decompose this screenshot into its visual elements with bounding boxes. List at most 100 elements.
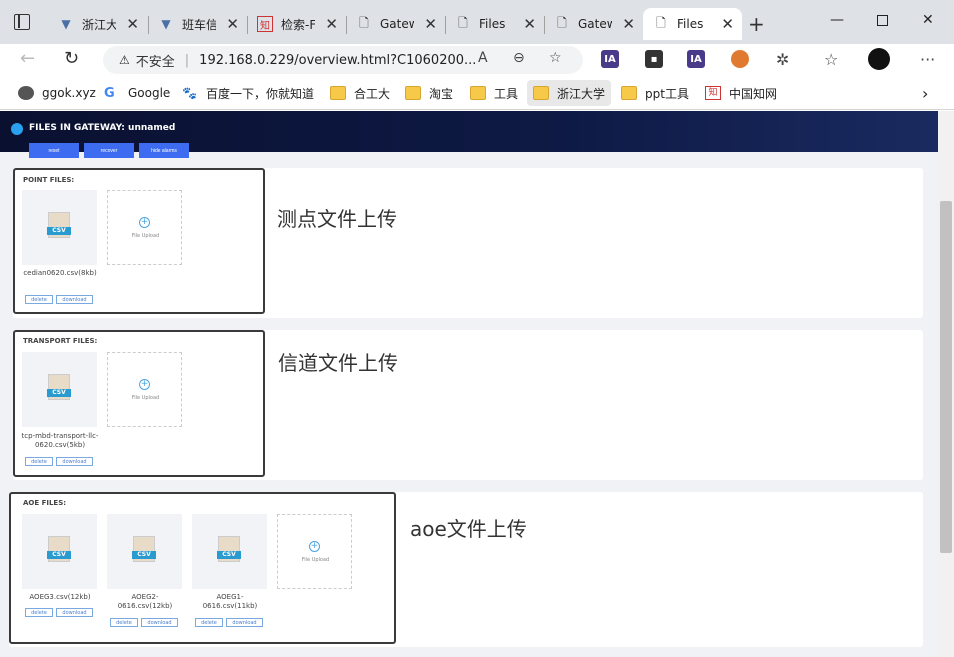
hide-alarms-button[interactable]: hide alarms — [139, 143, 189, 158]
favorites-icon[interactable]: ☆ — [824, 50, 838, 69]
section-note: 信道文件上传 — [278, 351, 398, 375]
tab-actions-icon[interactable] — [14, 14, 30, 30]
add-circle-icon: + — [139, 217, 150, 228]
delete-button[interactable]: delete — [195, 618, 223, 627]
close-icon[interactable]: ✕ — [126, 15, 139, 33]
gateway-icon — [11, 123, 23, 135]
file-thumbnail[interactable]: CSV — [107, 514, 182, 589]
bookmark-folder-taobao[interactable]: 淘宝 — [405, 84, 453, 102]
section-label: POINT FILES: — [23, 176, 75, 184]
tab-2[interactable]: ▼ 班车信 ✕ — [148, 8, 247, 40]
colorful-extension-icon[interactable] — [731, 50, 749, 68]
zoom-icon[interactable]: ⊖ — [513, 50, 525, 66]
bookmark-google[interactable]: G Google — [104, 84, 170, 102]
reset-button[interactable]: reset — [29, 143, 79, 158]
file-thumbnail[interactable]: CSV — [22, 190, 97, 265]
v-logo-icon: ▼ — [161, 17, 171, 31]
bookmark-ggok[interactable]: ggok.xyz — [18, 84, 96, 102]
download-button[interactable]: download — [226, 618, 263, 627]
file-name: AOEG1-0616.csv(11kb) — [202, 593, 258, 610]
extension-icon[interactable]: ▪ — [645, 50, 663, 68]
tab-4[interactable]: 🗋 Gatew ✕ — [346, 8, 445, 40]
zhihu-icon: 知 — [705, 86, 721, 100]
ia-extension-icon[interactable]: IA — [687, 50, 705, 68]
url-text: 192.168.0.229/overview.html?C1060200... — [199, 52, 477, 68]
close-icon[interactable]: ✕ — [325, 15, 338, 33]
delete-button[interactable]: delete — [110, 618, 138, 627]
file-thumbnail[interactable]: CSV — [192, 514, 267, 589]
extensions-icon[interactable]: ✲ — [776, 50, 789, 69]
read-aloud-icon[interactable]: A — [478, 50, 488, 66]
file-upload-dropzone[interactable]: + File Upload — [277, 514, 352, 589]
close-icon[interactable]: ✕ — [523, 15, 536, 33]
file-thumbnail[interactable]: CSV — [22, 514, 97, 589]
tab-6[interactable]: 🗋 Gatew ✕ — [544, 8, 643, 40]
new-tab-icon[interactable]: + — [748, 12, 765, 36]
file-name: cedian0620.csv(8kb) — [23, 269, 97, 277]
refresh-icon[interactable]: ↻ — [64, 48, 79, 69]
section-label: AOE FILES: — [23, 499, 67, 507]
folder-icon — [470, 86, 486, 100]
avatar[interactable] — [868, 48, 890, 70]
back-icon[interactable]: ← — [20, 48, 35, 69]
add-circle-icon: + — [139, 379, 150, 390]
window-close-icon[interactable]: ✕ — [922, 12, 934, 28]
tab-title: Gatew — [578, 17, 612, 31]
tab-title: Gatew — [380, 17, 414, 31]
section-label: TRANSPORT FILES: — [23, 337, 98, 345]
recover-button[interactable]: recover — [84, 143, 134, 158]
section-note: aoe文件上传 — [410, 517, 527, 541]
maximize-icon[interactable] — [877, 15, 888, 26]
file-thumbnail[interactable]: CSV — [22, 352, 97, 427]
section-note: 测点文件上传 — [277, 207, 397, 231]
address-bar[interactable]: ⚠ 不安全 | 192.168.0.229/overview.html?C106… — [103, 46, 583, 74]
file-upload-dropzone[interactable]: + File Upload — [107, 190, 182, 265]
csv-file-icon: CSV — [47, 536, 71, 562]
bookmark-folder-tools[interactable]: 工具 — [470, 84, 518, 102]
more-icon[interactable]: ··· — [920, 50, 935, 69]
download-button[interactable]: download — [141, 618, 178, 627]
add-favorite-icon[interactable]: ☆ — [549, 50, 562, 66]
tab-title: Files — [677, 17, 704, 31]
csv-file-icon: CSV — [132, 536, 156, 562]
tab-3[interactable]: 知 检索-F ✕ — [247, 8, 346, 40]
csv-file-icon: CSV — [47, 374, 71, 400]
tab-title: Files — [479, 17, 506, 31]
download-button[interactable]: download — [56, 608, 93, 617]
download-button[interactable]: download — [56, 457, 93, 466]
delete-button[interactable]: delete — [25, 295, 53, 304]
page-title: FILES IN GATEWAY: unnamed — [29, 123, 176, 133]
folder-icon — [621, 86, 637, 100]
close-icon[interactable]: ✕ — [424, 15, 437, 33]
tab-5[interactable]: 🗋 Files ✕ — [445, 8, 544, 40]
add-circle-icon: + — [309, 541, 320, 552]
csv-file-icon: CSV — [217, 536, 241, 562]
page-icon: 🗋 — [359, 15, 369, 30]
minimize-icon[interactable]: — — [830, 12, 844, 28]
tab-1[interactable]: ▼ 浙江大 ✕ — [48, 8, 147, 40]
chevron-right-icon[interactable]: › — [922, 84, 928, 103]
warning-icon[interactable]: ⚠ — [119, 53, 130, 67]
bookmark-cnki[interactable]: 知中国知网 — [705, 84, 777, 102]
delete-button[interactable]: delete — [25, 608, 53, 617]
bookmark-baidu[interactable]: 🐾 百度一下，你就知道 — [182, 84, 314, 102]
ia-extension-icon[interactable]: IA — [601, 50, 619, 68]
bookmark-folder-zju[interactable]: 浙江大学 — [527, 80, 612, 106]
download-button[interactable]: download — [56, 295, 93, 304]
delete-button[interactable]: delete — [25, 457, 53, 466]
close-icon[interactable]: ✕ — [226, 15, 239, 33]
ggok-icon — [18, 86, 34, 100]
bookmark-folder-hfut[interactable]: 合工大 — [330, 84, 390, 102]
close-icon[interactable]: ✕ — [721, 15, 734, 33]
folder-icon — [533, 86, 549, 100]
scrollbar[interactable] — [938, 111, 954, 657]
scrollbar-thumb[interactable] — [940, 201, 952, 553]
close-icon[interactable]: ✕ — [622, 15, 635, 33]
tab-title: 浙江大 — [82, 17, 116, 32]
bookmark-folder-ppt[interactable]: ppt工具 — [621, 84, 689, 102]
tab-title: 班车信 — [182, 17, 216, 32]
file-upload-dropzone[interactable]: + File Upload — [107, 352, 182, 427]
tab-7-active[interactable]: 🗋 Files ✕ — [643, 8, 742, 40]
file-name: AOEG2-0616.csv(12kb) — [117, 593, 173, 610]
v-logo-icon: ▼ — [61, 17, 71, 31]
